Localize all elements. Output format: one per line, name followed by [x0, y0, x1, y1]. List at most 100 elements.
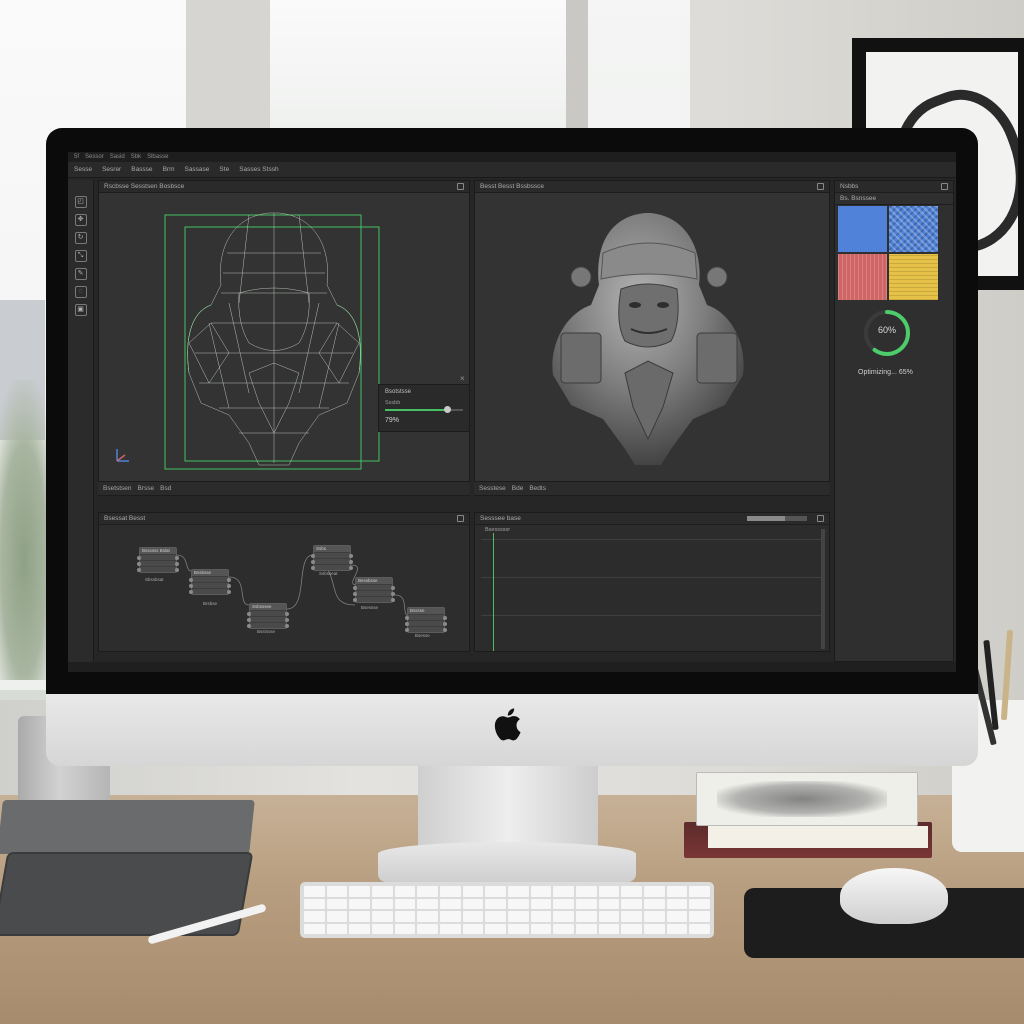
- menu-item-1[interactable]: Sesrer: [102, 166, 121, 173]
- keyboard-key: [666, 886, 688, 897]
- menu-item-2[interactable]: Bassse: [131, 166, 152, 173]
- notebook: [0, 800, 255, 854]
- keyboard-key: [507, 923, 529, 934]
- node-4[interactable]: Bessbsse: [353, 577, 395, 603]
- optimizing-status: Optimizing... 65%: [858, 369, 913, 376]
- texture-swatch-blue[interactable]: [838, 206, 887, 252]
- timeline-canvas[interactable]: Bsesssssr: [475, 525, 829, 651]
- status-bar: [68, 662, 956, 672]
- node-0[interactable]: Bssssss Bslat: [137, 547, 179, 573]
- timeline-scrubber[interactable]: [747, 516, 807, 521]
- panel-title: Rscbsse Sesstsen Bosbsce: [104, 183, 185, 190]
- node-port[interactable]: [189, 588, 231, 594]
- menu-item-3[interactable]: Brm: [163, 166, 175, 173]
- brush-icon[interactable]: ✎: [74, 268, 87, 280]
- keyboard-key: [417, 886, 438, 897]
- keyboard-key: [462, 886, 484, 897]
- keyboard-key: [462, 923, 484, 934]
- maximize-icon[interactable]: [817, 183, 824, 190]
- panel-title: Bsessat Besst: [104, 515, 146, 522]
- panel-header: Rscbsse Sesstsen Bosbsce: [99, 181, 469, 193]
- keyboard-key: [553, 911, 574, 922]
- keyboard-key: [643, 911, 665, 922]
- keyboard-key: [304, 911, 325, 922]
- node-label: Sbssbsat: [145, 577, 164, 582]
- lower-toolbar-item[interactable]: Bsetstsen: [103, 485, 132, 492]
- keyboard-key: [371, 923, 393, 934]
- texture-swatch-yellow[interactable]: [889, 254, 938, 300]
- rotate-icon[interactable]: ↻: [74, 232, 87, 244]
- texture-swatch-red[interactable]: [838, 254, 887, 300]
- keyboard-key: [349, 911, 370, 922]
- node-canvas[interactable]: Bssssss Bslat Sbssbsat Bssbsse Brsbse Ss…: [99, 525, 469, 651]
- tools-panel: Nsbbs Bs. Bsnssee: [834, 180, 954, 662]
- scale-icon[interactable]: ⤡: [74, 250, 87, 262]
- mask-icon[interactable]: ▣: [74, 304, 87, 316]
- node-2[interactable]: Ssbsssee: [247, 603, 289, 629]
- keyboard-key: [304, 898, 325, 909]
- keyboard-key: [530, 923, 552, 934]
- title-bar: 5f Sessor Sasid Sbk Slbasse: [68, 152, 956, 162]
- mouse: [840, 868, 948, 924]
- node-port[interactable]: [247, 622, 289, 628]
- menu-item-6[interactable]: Sasses Stssh: [239, 166, 278, 173]
- keyboard-key: [371, 898, 393, 909]
- close-icon[interactable]: [457, 515, 464, 522]
- panel-header: Sesssee base: [475, 513, 829, 525]
- keyboard-key: [643, 898, 665, 909]
- keyboard-key: [530, 898, 552, 909]
- node-label: Bsstssse: [257, 629, 276, 634]
- keyboard-key: [439, 923, 461, 934]
- keyboard-key: [621, 886, 642, 897]
- node-port[interactable]: [353, 596, 395, 602]
- tool-palette: ◰ ✥ ↻ ⤡ ✎ ◌ ▣: [68, 180, 94, 664]
- keyboard-key: [394, 886, 416, 897]
- maximize-icon[interactable]: [457, 183, 464, 190]
- render-viewport[interactable]: [475, 193, 829, 481]
- render-viewport-panel: Besst Besst Bssbssce: [474, 180, 830, 482]
- node-3[interactable]: Ssbs: [311, 545, 353, 571]
- right-lower-toolbar: Sesstese Bde Bedts: [474, 482, 830, 496]
- cursor-icon[interactable]: ◰: [74, 196, 87, 208]
- menu-item-5[interactable]: Ste: [219, 166, 229, 173]
- slider-handle[interactable]: [443, 406, 451, 413]
- node-1[interactable]: Bssbsse: [189, 569, 231, 595]
- smooth-icon[interactable]: ◌: [74, 286, 87, 298]
- timeline-scrollbar[interactable]: [821, 529, 825, 649]
- keyboard-key: [439, 886, 461, 897]
- wireframe-viewport[interactable]: [99, 193, 469, 481]
- node-port[interactable]: [405, 626, 447, 632]
- window-pane: [270, 0, 570, 140]
- property-title: Bsotstsse: [385, 389, 412, 395]
- keyboard-key: [485, 886, 506, 897]
- keyboard-key: [530, 911, 552, 922]
- lower-toolbar-item[interactable]: Bedts: [529, 485, 546, 492]
- keyboard-key: [485, 911, 506, 922]
- menu-item-0[interactable]: Sesse: [74, 166, 92, 173]
- keyboard-key: [643, 886, 665, 897]
- move-icon[interactable]: ✥: [74, 214, 87, 226]
- window-mullion: [566, 0, 588, 140]
- lower-toolbar-item[interactable]: Sesstese: [479, 485, 506, 492]
- playhead[interactable]: [493, 533, 494, 651]
- lower-toolbar-item[interactable]: Brsse: [138, 485, 155, 492]
- keyboard-key: [553, 923, 574, 934]
- menu-item-4[interactable]: Sassase: [184, 166, 209, 173]
- tools-tab[interactable]: Bs. Bsnssee: [835, 193, 953, 205]
- node-5[interactable]: Bsssse: [405, 607, 447, 633]
- settings-icon[interactable]: [941, 183, 948, 190]
- lower-toolbar-item[interactable]: Bde: [512, 485, 524, 492]
- property-slider[interactable]: [385, 406, 463, 413]
- close-icon[interactable]: [817, 515, 824, 522]
- close-icon[interactable]: ×: [460, 374, 465, 383]
- keyboard-key: [553, 886, 574, 897]
- lower-toolbar-item[interactable]: Bsd: [160, 485, 171, 492]
- keyboard-key: [621, 898, 642, 909]
- node-port[interactable]: [137, 566, 179, 572]
- keyboard-key: [304, 886, 325, 897]
- node-port[interactable]: [311, 564, 353, 570]
- keyboard-key: [394, 923, 416, 934]
- keyboard-key: [417, 898, 438, 909]
- texture-swatch-blue-pattern[interactable]: [889, 206, 938, 252]
- panel-header: Nsbbs: [835, 181, 953, 193]
